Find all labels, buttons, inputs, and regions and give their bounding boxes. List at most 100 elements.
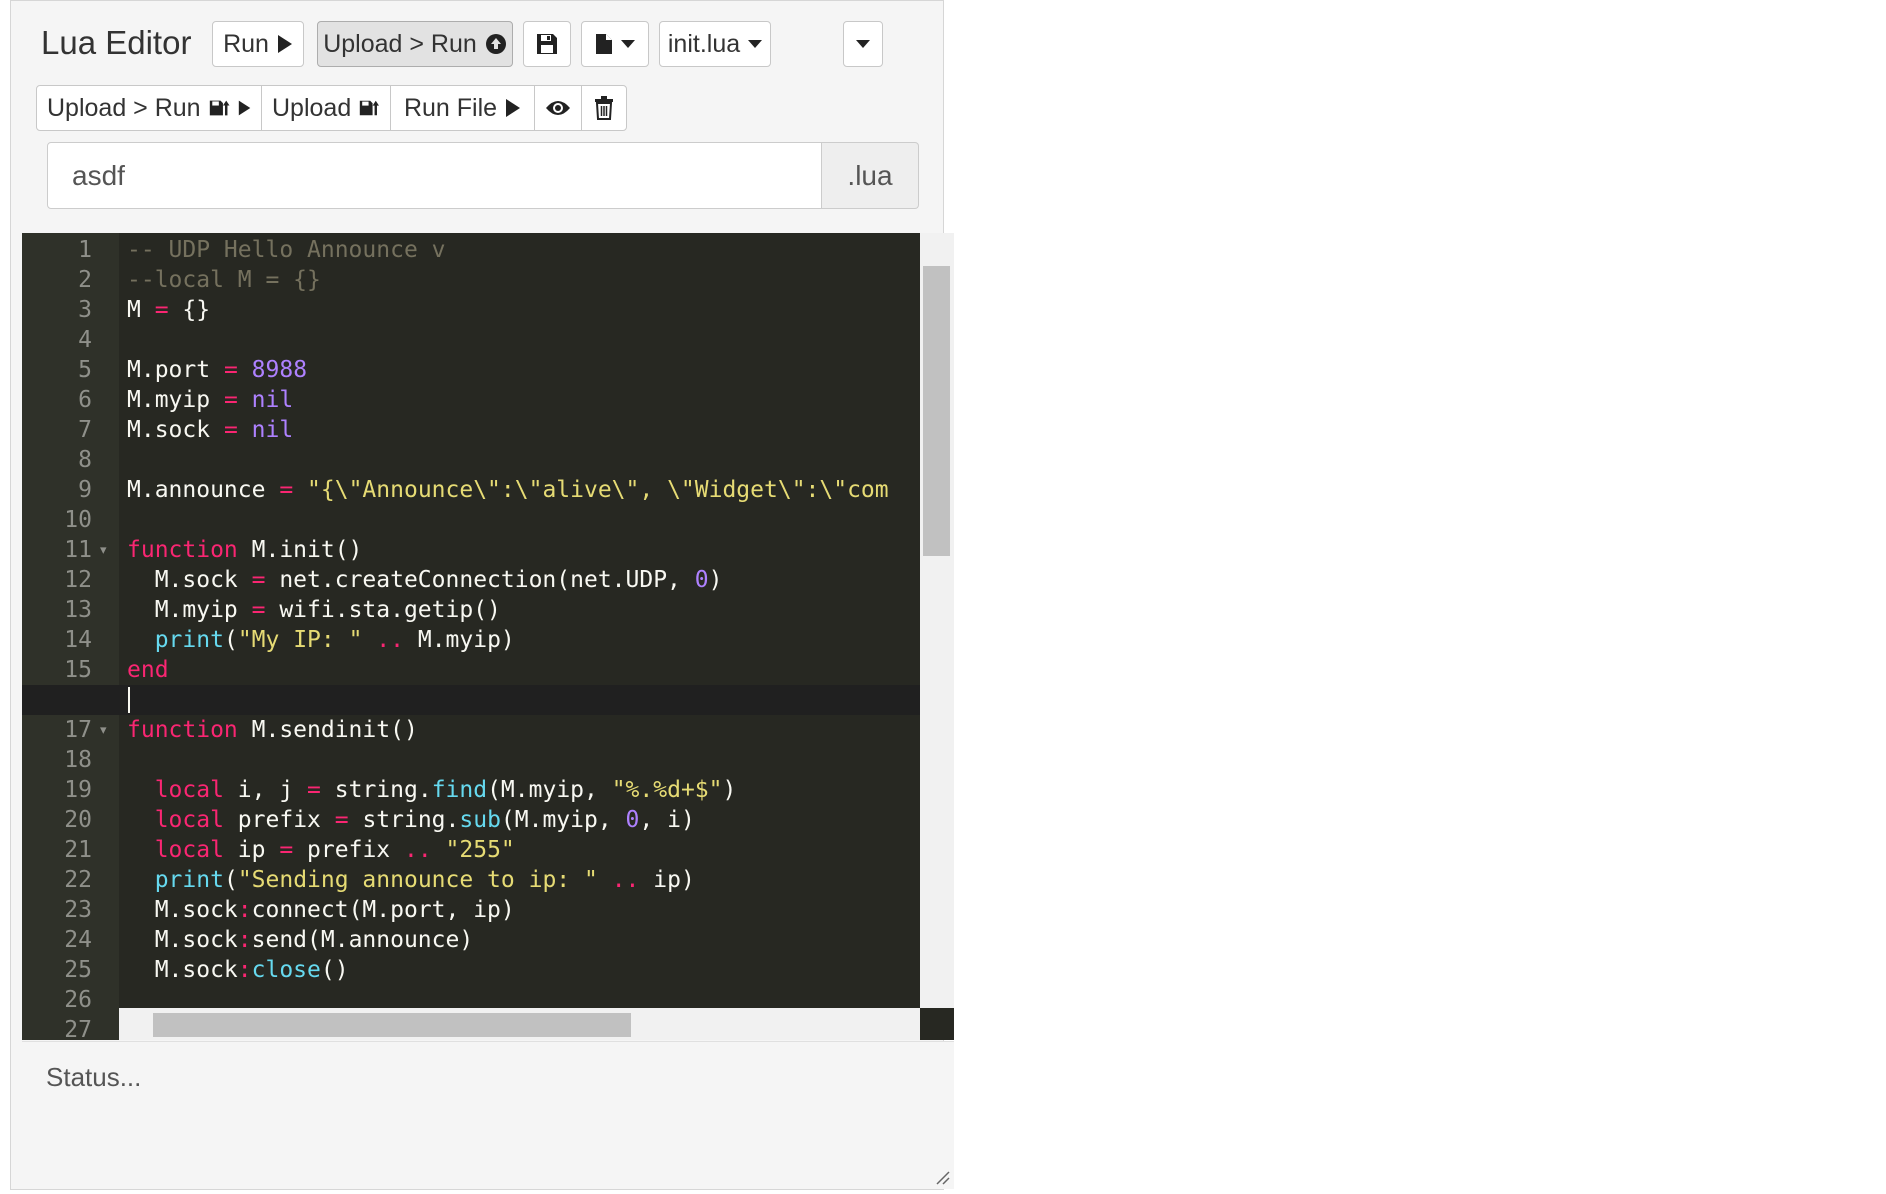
code-token: M: [127, 297, 155, 323]
code-line[interactable]: M.sock:send(M.announce): [127, 925, 474, 955]
code-line[interactable]: end: [127, 655, 169, 685]
line-number: 15: [64, 657, 92, 683]
code-line[interactable]: print("My IP: " .. M.myip): [127, 625, 515, 655]
code-line[interactable]: M.sock = net.createConnection(net.UDP, 0…: [127, 565, 723, 595]
line-number: 13: [64, 597, 92, 623]
code-token: -- UDP Hello Announce v: [127, 237, 446, 263]
code-token: find: [431, 777, 488, 803]
code-token: end: [127, 657, 169, 683]
code-token: local: [154, 837, 224, 863]
run-button[interactable]: Run: [212, 21, 304, 67]
file-select-dropdown[interactable]: init.lua: [659, 21, 771, 67]
resize-handle-icon[interactable]: [934, 1169, 950, 1185]
line-number: 17: [64, 717, 92, 743]
file-menu-button[interactable]: [581, 21, 649, 67]
code-token: connect(M.port, ip): [251, 897, 515, 923]
run-file-button[interactable]: Run File: [390, 85, 535, 131]
run-file-label: Run File: [403, 93, 498, 122]
horizontal-scrollbar-thumb[interactable]: [153, 1013, 631, 1037]
code-token: =: [223, 417, 238, 443]
save-button[interactable]: [523, 21, 571, 67]
code-line[interactable]: local prefix = string.sub(M.myip, 0, i): [127, 805, 695, 835]
upload-button[interactable]: Upload: [261, 85, 391, 131]
code-token: =: [251, 597, 266, 623]
code-token: ..: [376, 627, 404, 653]
code-line[interactable]: M.sock = nil: [127, 415, 293, 445]
filename-input[interactable]: [47, 142, 822, 209]
line-number: 10: [64, 507, 92, 533]
code-line[interactable]: function M.init(): [127, 535, 362, 565]
code-token: M.sendinit(): [237, 717, 418, 743]
code-token: (): [320, 957, 349, 983]
code-token: M.sock: [127, 417, 224, 443]
code-editor[interactable]: 1234567891011▾121314151617▾1819202122232…: [22, 233, 954, 1040]
code-line[interactable]: M = {}: [127, 295, 210, 325]
code-line[interactable]: M.port = 8988: [127, 355, 307, 385]
code-line[interactable]: print("Sending announce to ip: " .. ip): [127, 865, 695, 895]
horizontal-scrollbar[interactable]: [119, 1008, 920, 1040]
line-number: 20: [64, 807, 92, 833]
status-text: Status...: [46, 1062, 142, 1092]
code-line[interactable]: -- UDP Hello Announce v: [127, 235, 446, 265]
code-token: local: [154, 777, 224, 803]
line-number: 18: [64, 747, 92, 773]
file-icon: [596, 34, 612, 54]
code-token: =: [307, 777, 321, 803]
upload-run-button[interactable]: Upload > Run: [317, 21, 513, 67]
code-token: send(M.announce): [251, 927, 474, 953]
status-area[interactable]: Status...: [22, 1041, 954, 1189]
code-line[interactable]: M.myip = wifi.sta.getip(): [127, 595, 501, 625]
play-icon: [506, 99, 521, 117]
options-dropdown-button[interactable]: [843, 21, 883, 67]
text-cursor: [128, 687, 130, 713]
line-number: 4: [78, 327, 92, 353]
fold-toggle-icon[interactable]: ▾: [100, 535, 107, 565]
code-token: (: [223, 627, 238, 653]
upload-run-save-label: Upload > Run: [47, 93, 201, 122]
code-token: M.announce: [127, 477, 280, 503]
code-token: function: [127, 537, 238, 563]
line-number: 14: [64, 627, 92, 653]
code-line[interactable]: M.sock:connect(M.port, ip): [127, 895, 515, 925]
upload-run-label: Upload > Run: [323, 29, 477, 58]
delete-button[interactable]: [581, 85, 627, 131]
upload-run-save-button[interactable]: Upload > Run: [36, 85, 262, 131]
code-line[interactable]: M.sock:close(): [127, 955, 349, 985]
code-line[interactable]: local i, j = string.find(M.myip, "%.%d+$…: [127, 775, 737, 805]
code-token: M.sock: [127, 957, 238, 983]
line-number: 23: [64, 897, 92, 923]
code-line[interactable]: local ip = prefix .. "255": [127, 835, 515, 865]
line-number: 12: [64, 567, 92, 593]
vertical-scrollbar-thumb[interactable]: [923, 266, 950, 556]
code-token: ..: [403, 837, 432, 863]
line-number: 6: [78, 387, 92, 413]
code-token: (M.myip,: [500, 807, 626, 833]
code-token: 0: [625, 807, 640, 833]
view-button[interactable]: [534, 85, 582, 131]
code-line[interactable]: function M.sendinit(): [127, 715, 418, 745]
code-token: print: [154, 627, 224, 653]
save-upload-icon: [209, 100, 230, 116]
line-number: 26: [64, 987, 92, 1013]
code-token: nil: [251, 417, 294, 443]
code-token: 0: [694, 567, 709, 593]
line-number: 1: [78, 237, 92, 263]
code-token: "My IP: ": [237, 627, 363, 653]
code-token: print: [154, 867, 224, 893]
code-token: (M.myip,: [487, 777, 612, 803]
vertical-scrollbar[interactable]: [920, 233, 954, 1008]
code-token: string.: [320, 777, 432, 803]
code-line[interactable]: --local M = {}: [127, 265, 321, 295]
code-token: M.port: [127, 357, 224, 383]
code-line[interactable]: M.myip = nil: [127, 385, 293, 415]
code-line[interactable]: M.announce = "{\"Announce\":\"alive\", \…: [127, 475, 889, 505]
fold-toggle-icon[interactable]: ▾: [100, 715, 107, 745]
